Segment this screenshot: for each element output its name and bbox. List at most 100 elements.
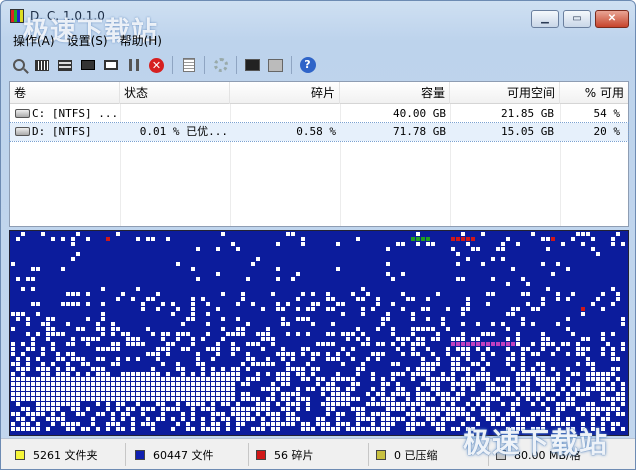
cluster-block: [236, 317, 240, 321]
cluster-block: [436, 332, 440, 336]
cluster-block: [521, 377, 525, 381]
cluster-block: [371, 387, 375, 391]
menu-help[interactable]: 帮助(H): [120, 32, 162, 50]
cluster-block: [126, 332, 130, 336]
cell-volume: D: [NTFS]: [32, 125, 92, 138]
cluster-block: [66, 382, 70, 386]
cluster-block: [101, 382, 105, 386]
cluster-block: [221, 317, 225, 321]
console-button[interactable]: [241, 55, 264, 75]
minimize-button[interactable]: ▁: [531, 10, 559, 28]
optimize-button[interactable]: [76, 55, 99, 75]
pause-button[interactable]: [122, 55, 145, 75]
settings-button[interactable]: [209, 55, 232, 75]
cluster-block: [26, 347, 30, 351]
cluster-block: [461, 412, 465, 416]
cluster-block: [281, 372, 285, 376]
cluster-block: [431, 417, 435, 421]
cluster-block: [191, 402, 195, 406]
cluster-block: [336, 267, 340, 271]
header-status[interactable]: 状态: [120, 82, 230, 104]
cluster-block: [281, 392, 285, 396]
cluster-block: [611, 397, 615, 401]
cluster-block: [306, 407, 310, 411]
cluster-block: [251, 427, 255, 431]
cluster-block: [246, 392, 250, 396]
cluster-block: [211, 357, 215, 361]
cluster-block: [441, 407, 445, 411]
cluster-block: [436, 392, 440, 396]
menu-action[interactable]: 操作(A): [13, 32, 55, 50]
cluster-block: [356, 372, 360, 376]
boot-button[interactable]: [264, 55, 287, 75]
cluster-block: [196, 362, 200, 366]
cluster-block: [281, 357, 285, 361]
cluster-block: [111, 377, 115, 381]
help-button[interactable]: ?: [296, 55, 319, 75]
frame-button[interactable]: [99, 55, 122, 75]
cluster-block: [146, 392, 150, 396]
cluster-block: [266, 397, 270, 401]
cluster-block: [441, 322, 445, 326]
cell-free-space: 21.85 GB: [501, 107, 554, 120]
cluster-block: [461, 377, 465, 381]
cluster-block: [136, 402, 140, 406]
cluster-block: [196, 392, 200, 396]
cluster-block: [236, 402, 240, 406]
cluster-block: [606, 412, 610, 416]
cluster-block: [296, 397, 300, 401]
cluster-block: [481, 357, 485, 361]
menu-settings[interactable]: 设置(S): [67, 32, 108, 50]
defrag-full-button[interactable]: [53, 55, 76, 75]
cluster-block: [486, 392, 490, 396]
cluster-block: [431, 337, 435, 341]
header-fragmentation[interactable]: 碎片: [230, 82, 340, 104]
cluster-block: [191, 412, 195, 416]
defrag-button[interactable]: [30, 55, 53, 75]
volume-row-c[interactable]: C: [NTFS] ... 40.00 GB 21.85 GB 54 %: [10, 105, 628, 123]
volume-list[interactable]: 卷 状态 碎片 容量 可用空间 % 可用 C: [NTFS] ... 40.00…: [9, 81, 629, 227]
close-button[interactable]: ✕: [595, 10, 629, 28]
cluster-block: [211, 367, 215, 371]
cluster-block: [436, 382, 440, 386]
cluster-block: [81, 427, 85, 431]
cluster-block: [86, 372, 90, 376]
header-volume[interactable]: 卷: [10, 82, 120, 104]
legend-label: 56 碎片: [274, 449, 314, 462]
volume-row-d[interactable]: D: [NTFS] 0.01 % 已优... 0.58 % 71.78 GB 1…: [9, 122, 629, 142]
cluster-block: [416, 412, 420, 416]
cluster-block: [176, 397, 180, 401]
header-free-space[interactable]: 可用空间: [450, 82, 560, 104]
cluster-block: [396, 387, 400, 391]
cluster-block: [491, 412, 495, 416]
cluster-block: [621, 397, 625, 401]
legend-swatch: [376, 450, 386, 460]
cluster-block: [376, 427, 380, 431]
cluster-block: [411, 412, 415, 416]
cluster-block: [141, 397, 145, 401]
cluster-block: [476, 377, 480, 381]
cluster-block: [326, 357, 330, 361]
cluster-block: [216, 387, 220, 391]
cluster-block: [476, 247, 480, 251]
cluster-block: [566, 377, 570, 381]
analyze-button[interactable]: [7, 55, 30, 75]
cluster-block: [596, 387, 600, 391]
cluster-block: [116, 402, 120, 406]
cluster-block: [171, 392, 175, 396]
cluster-block: [266, 337, 270, 341]
legend-label: 0 已压缩: [394, 449, 438, 462]
report-button[interactable]: [177, 55, 200, 75]
cluster-block: [466, 297, 470, 301]
cluster-block: [21, 367, 25, 371]
cluster-block: [306, 332, 310, 336]
cluster-block: [146, 397, 150, 401]
header-percent-free[interactable]: % 可用: [560, 82, 628, 104]
cluster-block: [346, 392, 350, 396]
cluster-block: [596, 297, 600, 301]
stop-button[interactable]: ✕: [145, 55, 168, 75]
header-capacity[interactable]: 容量: [340, 82, 450, 104]
legend-label: 60447 文件: [153, 449, 214, 462]
maximize-button[interactable]: ▭: [563, 10, 591, 28]
cluster-block: [71, 402, 75, 406]
